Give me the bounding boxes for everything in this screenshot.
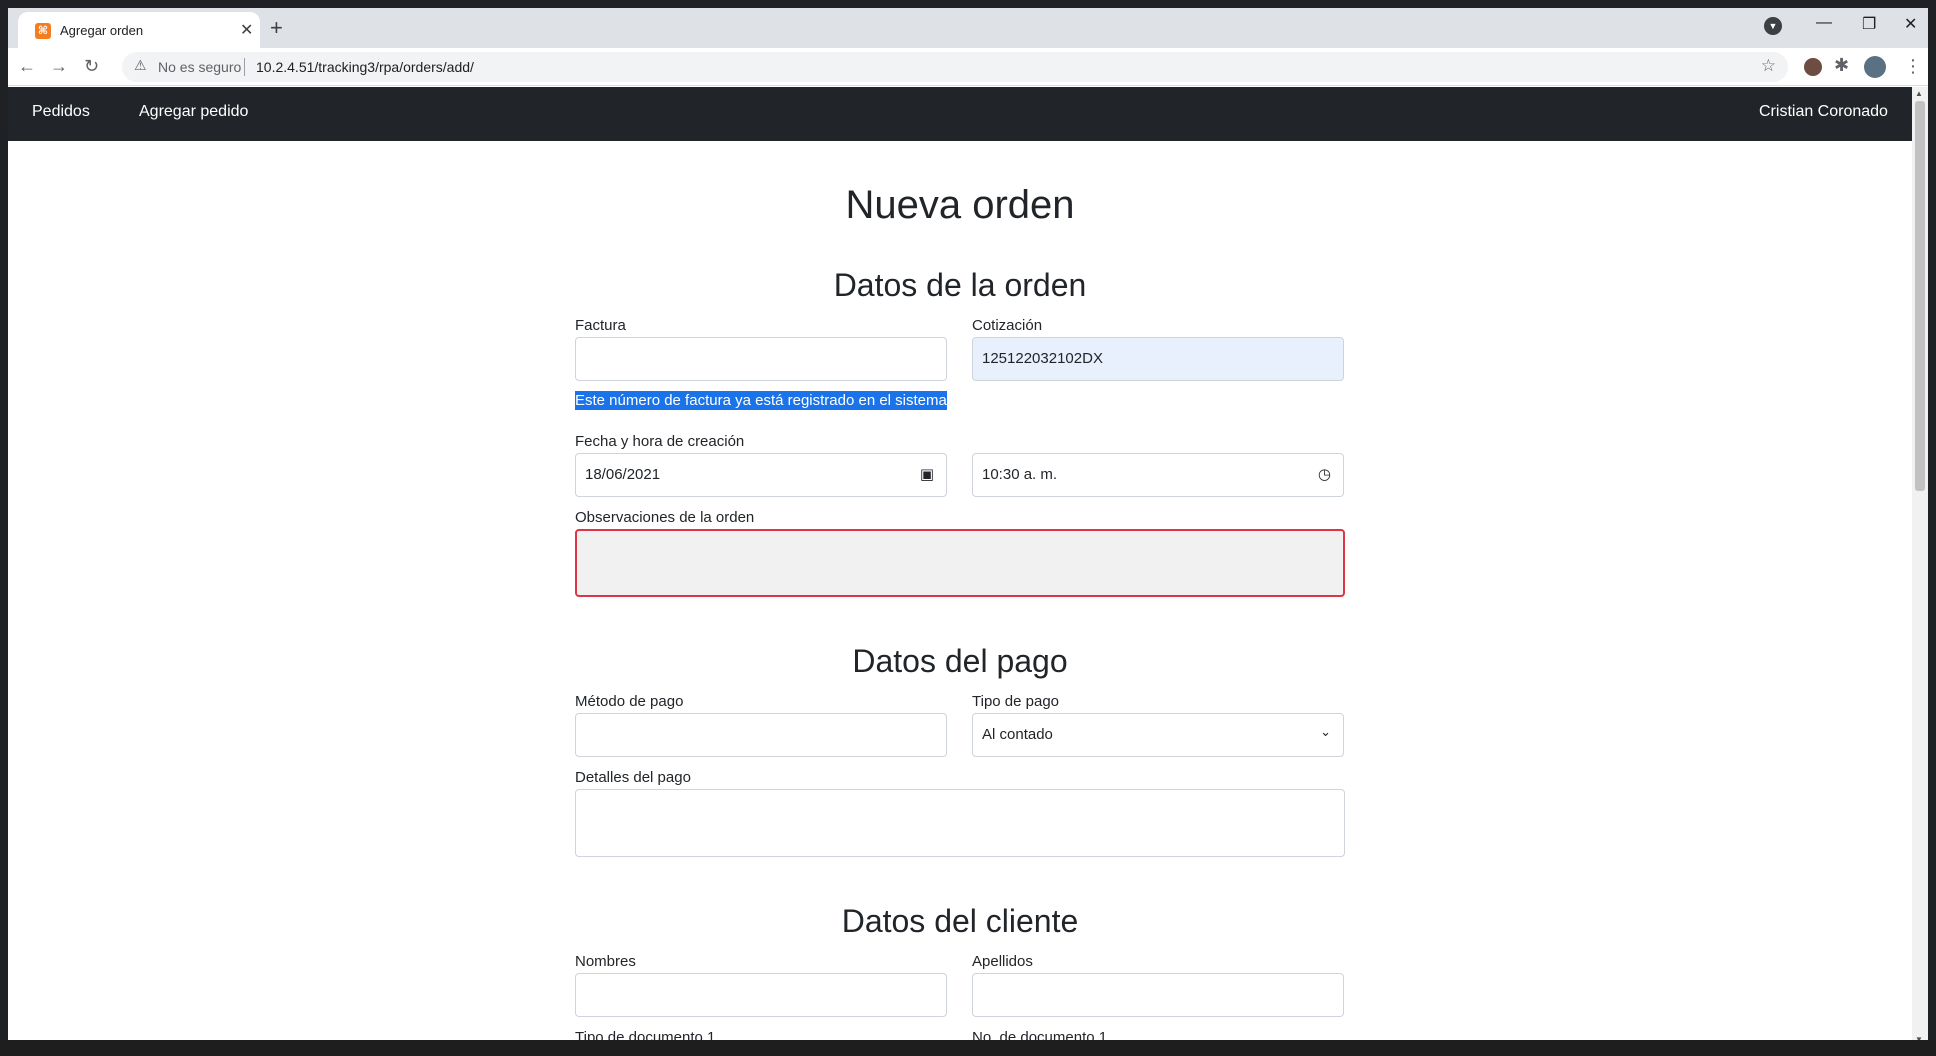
- tab-close-icon[interactable]: ✕: [240, 20, 253, 40]
- minimize-button[interactable]: —: [1816, 14, 1832, 32]
- chevron-down-icon: ⌄: [1320, 724, 1331, 739]
- date-value: 18/06/2021: [585, 466, 661, 483]
- surnames-label: Apellidos: [972, 953, 1033, 970]
- time-input[interactable]: 10:30 a. m. ◷: [972, 453, 1344, 497]
- url-text[interactable]: 10.2.4.51/tracking3/rpa/orders/add/: [256, 59, 474, 75]
- nav-agregar-pedido[interactable]: Agregar pedido: [139, 103, 248, 121]
- payment-type-value: Al contado: [982, 726, 1053, 743]
- nav-pedidos[interactable]: Pedidos: [32, 103, 90, 121]
- payment-method-input[interactable]: [575, 713, 947, 757]
- tab-title: Agregar orden: [60, 23, 144, 38]
- restore-button[interactable]: ❐: [1862, 14, 1876, 34]
- created-label: Fecha y hora de creación: [575, 433, 745, 450]
- web-page: Pedidos Agregar pedido Cristian Coronado…: [8, 87, 1912, 1048]
- page-scrollbar[interactable]: ▲ ▼: [1912, 87, 1928, 1048]
- new-tab-button[interactable]: +: [270, 15, 283, 41]
- address-bar[interactable]: ⚠ No es seguro 10.2.4.51/tracking3/rpa/o…: [122, 52, 1788, 82]
- names-input[interactable]: [575, 973, 947, 1017]
- omnibox-divider: [244, 58, 245, 76]
- time-value: 10:30 a. m.: [982, 466, 1058, 483]
- top-navbar: Pedidos Agregar pedido Cristian Coronado: [8, 87, 1912, 141]
- payment-type-select[interactable]: Al contado ⌄: [972, 713, 1344, 757]
- section-order-heading: Datos de la orden: [833, 267, 1087, 303]
- quote-label: Cotización: [972, 317, 1043, 334]
- back-icon[interactable]: ←: [18, 56, 36, 77]
- tab-search-icon[interactable]: ▼: [1764, 17, 1782, 35]
- browser-window: ⌘ Agregar orden ✕ + ▼ — ❐ ✕ ← → ↻ ⚠ No e…: [8, 8, 1928, 1048]
- payment-details-label: Detalles del pago: [575, 769, 691, 786]
- nav-user[interactable]: Cristian Coronado: [1759, 103, 1888, 121]
- clock-icon[interactable]: ◷: [1318, 465, 1331, 483]
- extension-icon[interactable]: [1804, 58, 1822, 76]
- scroll-up-icon[interactable]: ▲: [1915, 89, 1923, 98]
- browser-toolbar: ← → ↻ ⚠ No es seguro 10.2.4.51/tracking3…: [8, 48, 1928, 86]
- payment-method-label: Método de pago: [575, 693, 684, 710]
- window-close-button[interactable]: ✕: [1904, 14, 1917, 34]
- xampp-favicon-icon: ⌘: [35, 23, 51, 39]
- section-client-heading: Datos del cliente: [841, 903, 1079, 939]
- notes-label: Observaciones de la orden: [575, 509, 755, 526]
- security-status[interactable]: No es seguro: [158, 59, 241, 75]
- invoice-input[interactable]: [575, 337, 947, 381]
- quote-input[interactable]: 125122032102DX: [972, 337, 1344, 381]
- names-label: Nombres: [575, 953, 636, 970]
- scrollbar-thumb[interactable]: [1915, 101, 1925, 491]
- extensions-icon[interactable]: ✱: [1834, 55, 1849, 76]
- tab-strip: ⌘ Agregar orden ✕ + ▼ — ❐ ✕: [8, 8, 1928, 48]
- notes-textarea[interactable]: [575, 529, 1345, 597]
- calendar-icon[interactable]: ▣: [920, 465, 934, 483]
- menu-icon[interactable]: ⋮: [1904, 56, 1922, 77]
- page-title: Nueva orden: [845, 183, 1075, 227]
- payment-type-label: Tipo de pago: [972, 693, 1060, 710]
- warning-icon[interactable]: ⚠: [134, 57, 147, 74]
- reload-icon[interactable]: ↻: [84, 56, 99, 77]
- invoice-error-message: Este número de factura ya está registrad…: [575, 391, 947, 410]
- star-icon[interactable]: ☆: [1761, 56, 1776, 76]
- surnames-input[interactable]: [972, 973, 1344, 1017]
- forward-icon[interactable]: →: [50, 56, 68, 77]
- invoice-label: Factura: [575, 317, 626, 334]
- profile-avatar[interactable]: [1864, 56, 1886, 78]
- date-input[interactable]: 18/06/2021 ▣: [575, 453, 947, 497]
- tab-agregar-orden[interactable]: ⌘ Agregar orden ✕: [18, 12, 260, 48]
- section-payment-heading: Datos del pago: [852, 643, 1068, 679]
- payment-details-textarea[interactable]: [575, 789, 1345, 857]
- taskbar-strip: [0, 1040, 1936, 1056]
